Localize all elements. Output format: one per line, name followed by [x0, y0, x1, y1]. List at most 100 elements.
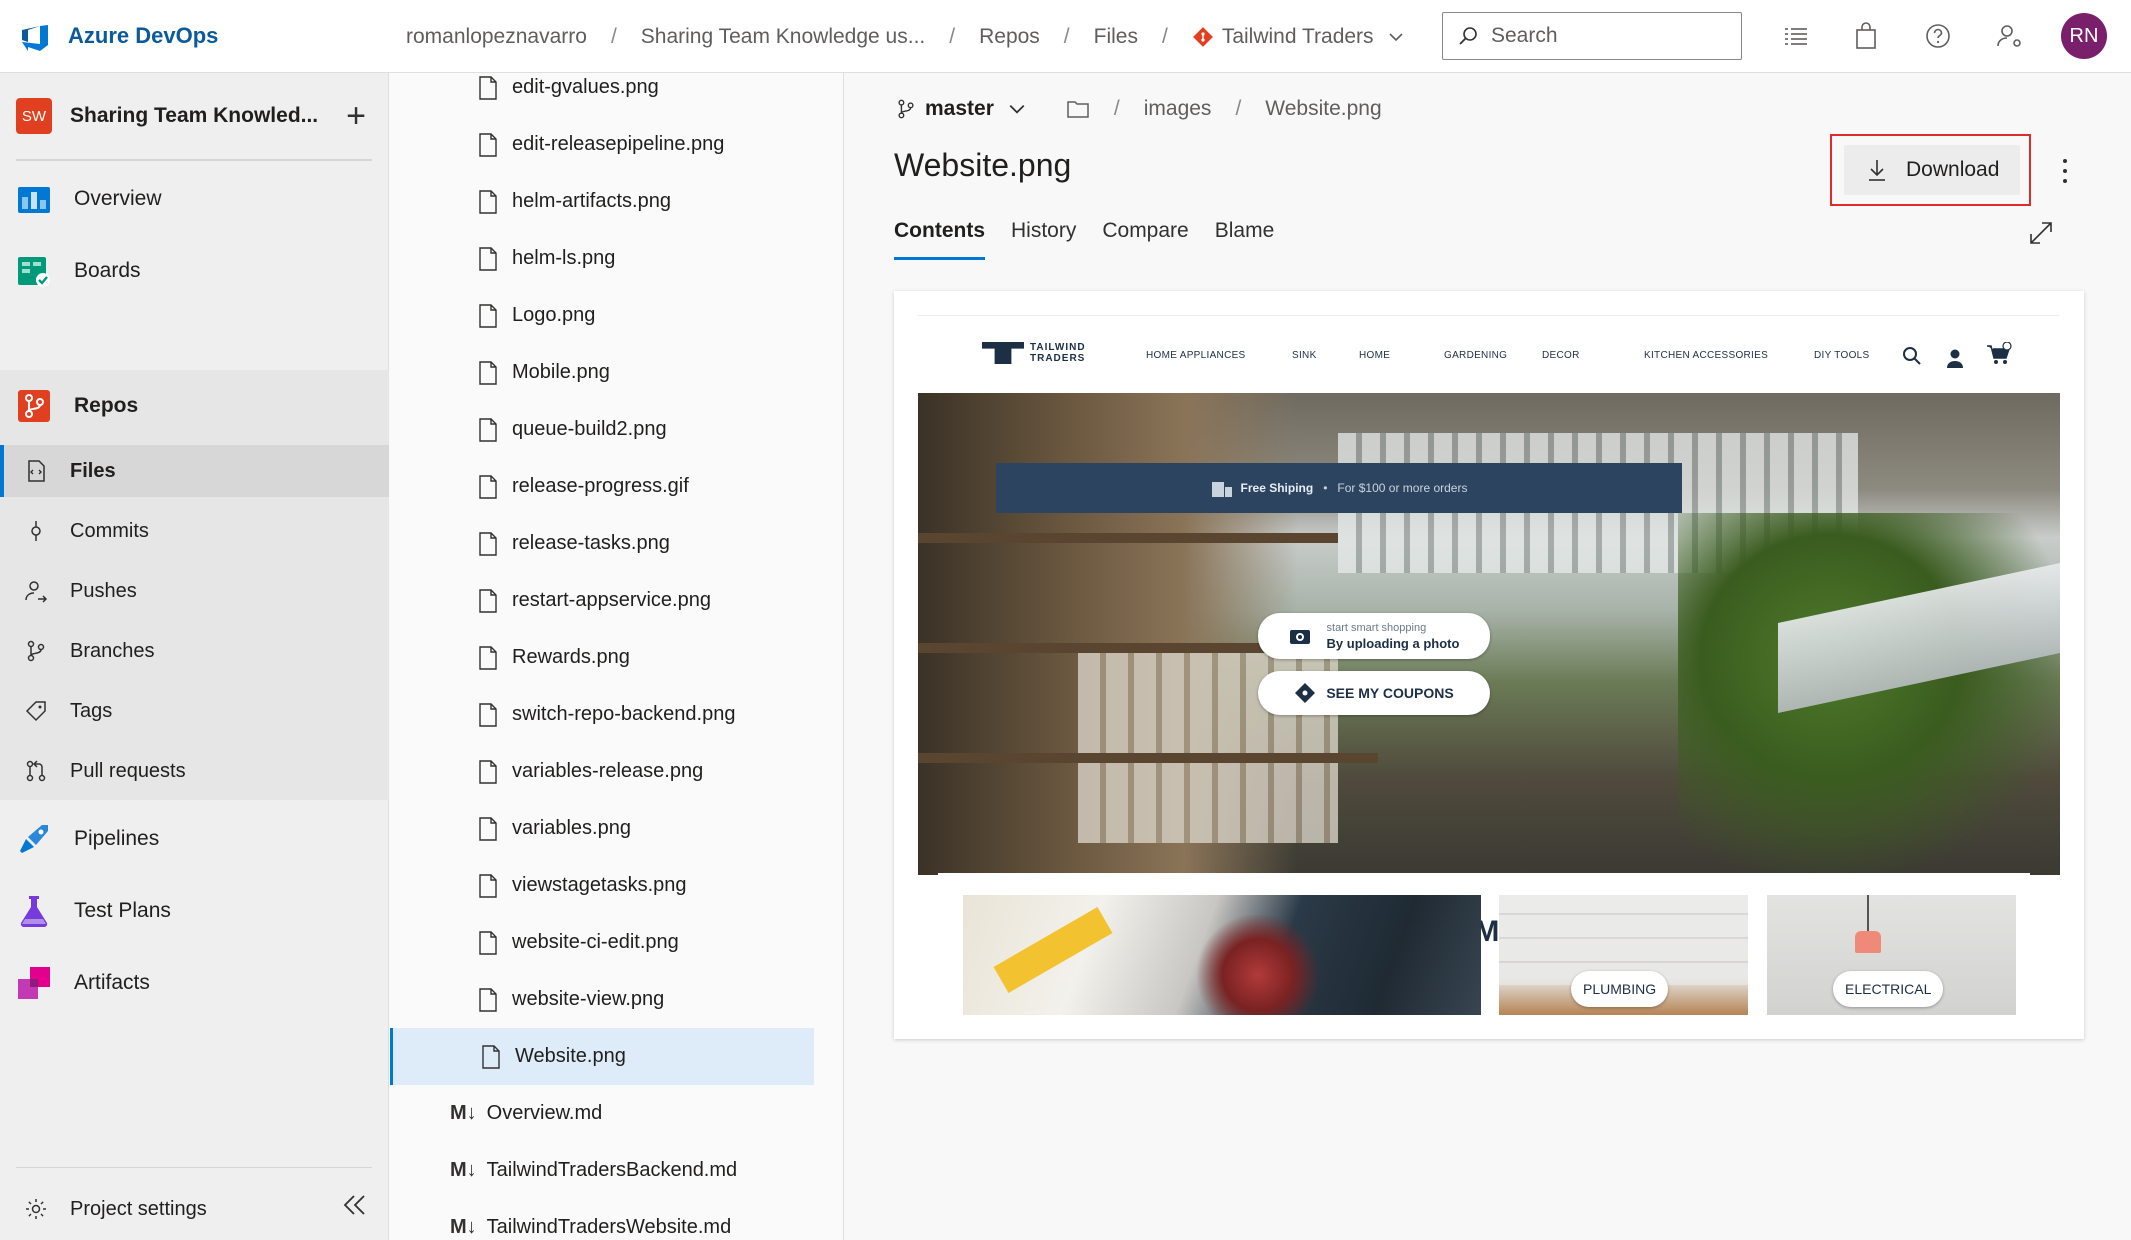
- file-name: Rewards.png: [512, 646, 630, 668]
- tree-file-item[interactable]: website-ci-edit.png: [390, 914, 814, 971]
- tailwind-logo: TAILWIND TRADERS: [982, 342, 1086, 364]
- breadcrumb-project[interactable]: Sharing Team Knowledge us...: [641, 25, 925, 49]
- nav-item-files[interactable]: Files: [0, 445, 389, 497]
- tree-file-item[interactable]: Website.png: [390, 1028, 814, 1085]
- project-header[interactable]: SW Sharing Team Knowled... +: [16, 91, 372, 161]
- tab-blame[interactable]: Blame: [1215, 219, 1275, 260]
- breadcrumb-separator: /: [610, 24, 617, 48]
- website-nav: TAILWIND TRADERS HOME APPLIANCES SINK HO…: [918, 315, 2060, 391]
- file-name: TailwindTradersWebsite.md: [486, 1216, 732, 1238]
- nav-label: Pipelines: [74, 827, 160, 850]
- download-button[interactable]: Download: [1844, 145, 2020, 195]
- project-badge: SW: [16, 98, 52, 134]
- tab-compare[interactable]: Compare: [1102, 219, 1188, 260]
- tree-file-item[interactable]: edit-releasepipeline.png: [390, 116, 814, 173]
- nav-item-project-settings[interactable]: Project settings: [0, 1181, 389, 1237]
- tree-file-item[interactable]: edit-gvalues.png: [390, 73, 814, 116]
- left-navigation: SW Sharing Team Knowled... + Overview Bo…: [0, 73, 389, 1240]
- tree-file-item[interactable]: M↓ TailwindTradersWebsite.md: [390, 1199, 814, 1240]
- tree-file-item[interactable]: restart-appservice.png: [390, 572, 814, 629]
- chevron-down-icon: [1388, 32, 1403, 41]
- pill-small-text: start smart shopping: [1326, 622, 1427, 634]
- nav-item-overview[interactable]: Overview: [0, 163, 389, 235]
- tree-file-item[interactable]: Mobile.png: [390, 344, 814, 401]
- breadcrumb: romanlopeznavarro / Sharing Team Knowled…: [406, 0, 1404, 73]
- website-hero-image: Free Shiping • For $100 or more orders s…: [918, 393, 2060, 875]
- collapse-nav-icon[interactable]: [340, 1191, 368, 1219]
- nav-item-repos[interactable]: Repos: [0, 370, 389, 442]
- path-file[interactable]: Website.png: [1265, 97, 1381, 121]
- tree-file-item[interactable]: variables-release.png: [390, 743, 814, 800]
- search-input[interactable]: Search: [1442, 12, 1742, 60]
- tree-file-item[interactable]: viewstagetasks.png: [390, 857, 814, 914]
- website-menu-item: HOME: [1359, 350, 1391, 361]
- azure-devops-logo-icon: [22, 25, 48, 51]
- breadcrumb-separator: /: [1161, 24, 1168, 48]
- nav-item-test-plans[interactable]: Test Plans: [0, 875, 389, 947]
- tree-file-item[interactable]: release-tasks.png: [390, 515, 814, 572]
- search-icon: [1459, 27, 1477, 45]
- add-icon[interactable]: +: [346, 97, 366, 136]
- nav-label: Commits: [70, 519, 149, 542]
- tree-file-item[interactable]: Rewards.png: [390, 629, 814, 686]
- file-name: edit-releasepipeline.png: [512, 133, 725, 155]
- nav-item-pull-requests[interactable]: Pull requests: [0, 745, 389, 797]
- tree-file-item[interactable]: helm-artifacts.png: [390, 173, 814, 230]
- breadcrumb-org[interactable]: romanlopeznavarro: [406, 25, 587, 49]
- nav-item-artifacts[interactable]: Artifacts: [0, 947, 389, 1019]
- file-name: Mobile.png: [512, 361, 610, 383]
- product-tile-electrical: ELECTRICAL: [1767, 895, 2016, 1015]
- tree-file-item[interactable]: Logo.png: [390, 287, 814, 344]
- nav-item-branches[interactable]: Branches: [0, 625, 389, 677]
- nav-item-commits[interactable]: Commits: [0, 505, 389, 557]
- tab-history[interactable]: History: [1011, 219, 1076, 260]
- markdown-icon: M↓: [450, 1102, 477, 1124]
- tab-contents[interactable]: Contents: [894, 219, 985, 260]
- repo-selector[interactable]: Tailwind Traders: [1192, 25, 1404, 49]
- file-name: switch-repo-backend.png: [512, 703, 736, 725]
- expand-icon[interactable]: [2027, 219, 2055, 247]
- tree-file-item[interactable]: queue-build2.png: [390, 401, 814, 458]
- path-separator: /: [1235, 97, 1242, 120]
- nav-item-tags[interactable]: Tags: [0, 685, 389, 737]
- path-folder[interactable]: images: [1144, 97, 1212, 121]
- download-label: Download: [1906, 158, 2000, 181]
- artifacts-icon: [18, 967, 50, 999]
- tree-file-item[interactable]: helm-ls.png: [390, 230, 814, 287]
- product-tile-plumbing: PLUMBING: [1499, 895, 1748, 1015]
- nav-item-pushes[interactable]: Pushes: [0, 565, 389, 617]
- breadcrumb-page[interactable]: Files: [1094, 25, 1138, 49]
- avatar[interactable]: RN: [2061, 13, 2107, 59]
- more-options-icon[interactable]: [2055, 155, 2075, 187]
- gear-icon: [26, 1199, 46, 1219]
- branch-selector[interactable]: master: [895, 97, 1026, 121]
- file-icon: [479, 816, 497, 841]
- user-settings-button[interactable]: [1994, 20, 2026, 52]
- file-tabs: Contents History Compare Blame: [894, 219, 1300, 260]
- nav-label: Tags: [70, 699, 113, 722]
- tree-file-item[interactable]: website-view.png: [390, 971, 814, 1028]
- file-name: Website.png: [515, 1045, 626, 1067]
- nav-item-boards[interactable]: Boards: [0, 235, 389, 307]
- tree-file-item[interactable]: M↓ TailwindTradersBackend.md: [390, 1142, 814, 1199]
- help-button[interactable]: [1922, 20, 1954, 52]
- nav-label: Artifacts: [74, 971, 150, 994]
- logo-line1: TAILWIND: [1030, 342, 1086, 353]
- project-name: Sharing Team Knowled...: [70, 104, 319, 127]
- tree-file-item[interactable]: M↓ Overview.md: [390, 1085, 814, 1142]
- file-icon: [479, 588, 497, 613]
- upload-photo-pill: start smart shopping By uploading a phot…: [1258, 613, 1490, 659]
- marketplace-button[interactable]: [1850, 20, 1882, 52]
- product-tile-tools: [963, 895, 1481, 1015]
- tree-file-item[interactable]: variables.png: [390, 800, 814, 857]
- nav-item-pipelines[interactable]: Pipelines: [0, 803, 389, 875]
- list-icon: [1785, 28, 1807, 45]
- file-icon: [479, 360, 497, 385]
- tree-file-item[interactable]: release-progress.gif: [390, 458, 814, 515]
- chevron-down-icon: [1009, 104, 1025, 114]
- work-items-button[interactable]: [1780, 20, 1812, 52]
- brand[interactable]: Azure DevOps: [18, 16, 218, 56]
- tree-file-item[interactable]: switch-repo-backend.png: [390, 686, 814, 743]
- breadcrumb-section[interactable]: Repos: [979, 25, 1040, 49]
- folder-icon[interactable]: [1066, 98, 1090, 120]
